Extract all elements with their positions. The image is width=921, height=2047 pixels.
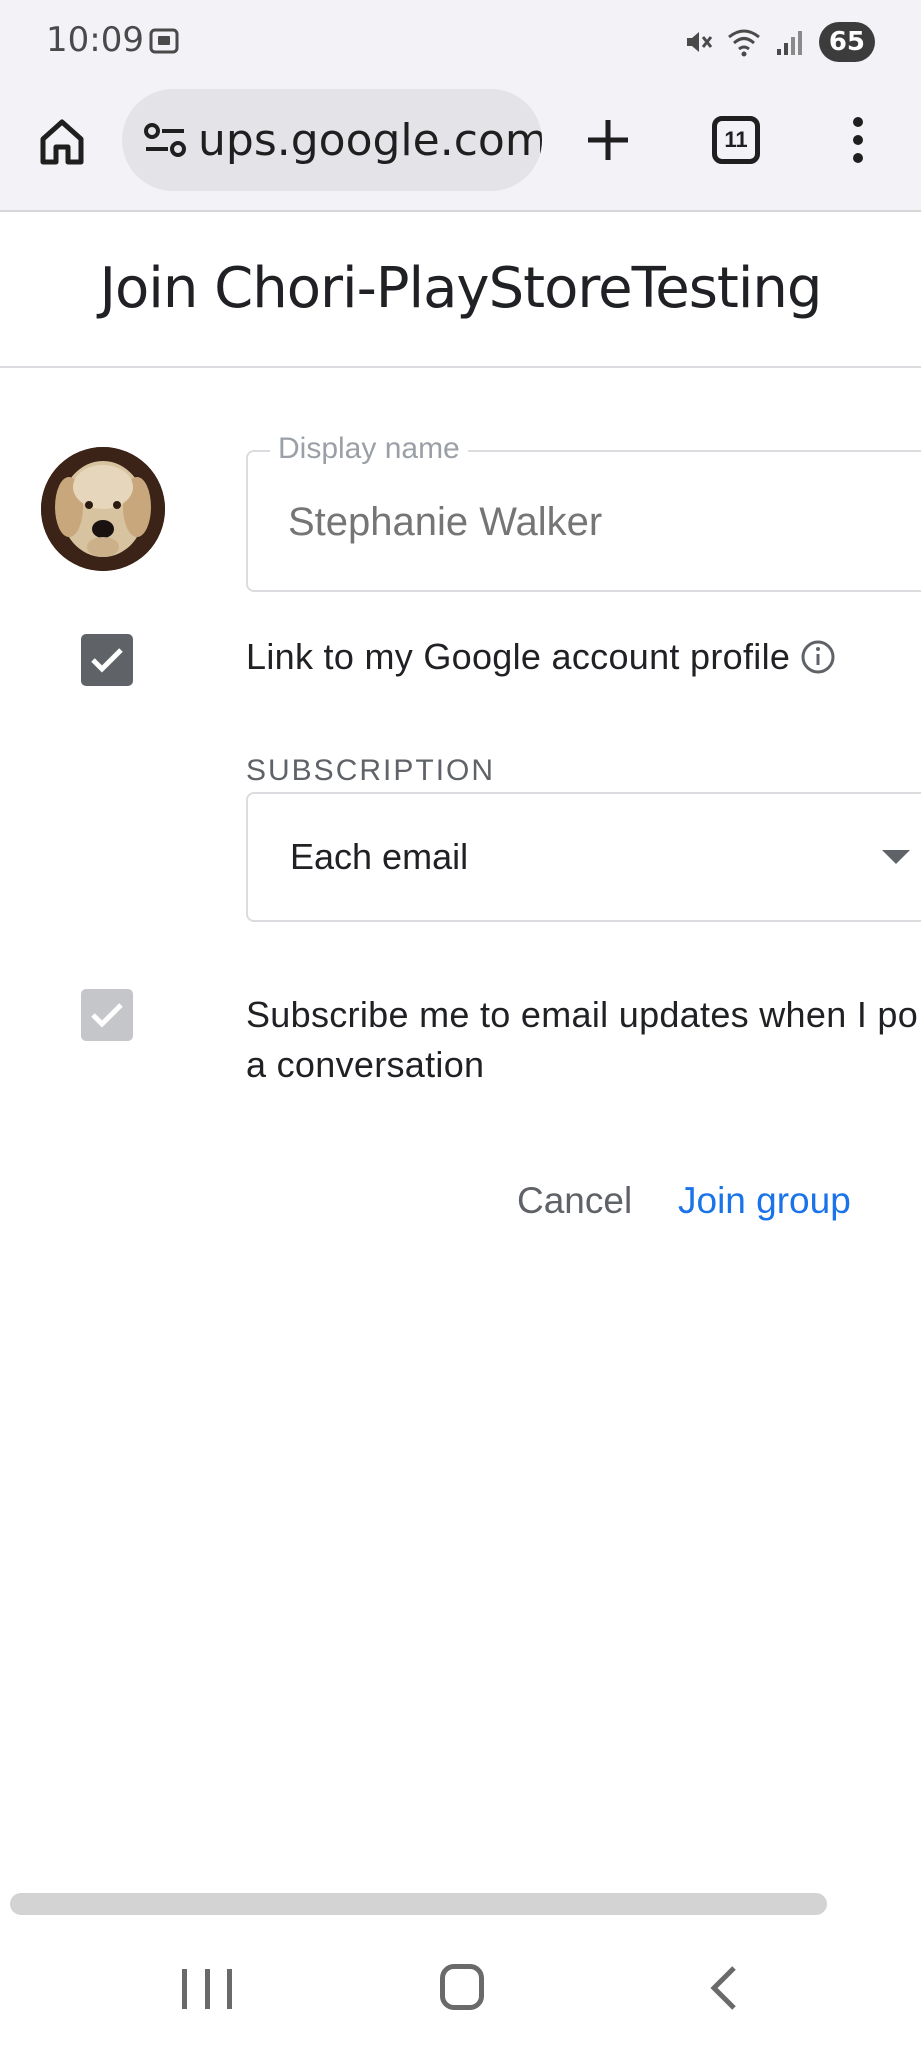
battery-indicator: 65 <box>818 22 875 62</box>
signal-icon <box>776 31 802 55</box>
link-profile-checkbox[interactable] <box>81 634 133 686</box>
status-bar: 10:09 65 <box>0 0 921 84</box>
site-settings-icon[interactable] <box>142 120 188 160</box>
home-nav-icon[interactable] <box>440 1964 484 2010</box>
status-time: 10:09 <box>46 20 144 60</box>
subscribe-updates-checkbox[interactable] <box>81 989 133 1041</box>
tab-switcher-button[interactable]: 11 <box>712 116 760 164</box>
home-icon <box>40 119 84 165</box>
mute-icon <box>686 32 712 52</box>
url-text: ups.google.com <box>198 114 542 166</box>
display-name-label: Display name <box>270 432 468 466</box>
info-icon[interactable] <box>800 639 836 675</box>
page-title: Join Chori-PlayStoreTesting <box>99 256 823 321</box>
more-options-icon[interactable] <box>838 110 878 170</box>
screenshot-notification-icon <box>149 28 179 54</box>
address-bar[interactable]: ups.google.com <box>122 89 542 191</box>
subscription-heading: SUBSCRIPTION <box>246 754 496 787</box>
new-tab-button[interactable] <box>578 110 638 170</box>
status-icons: 65 <box>683 20 875 64</box>
horizontal-scrollbar[interactable] <box>10 1893 827 1915</box>
subscription-value: Each email <box>290 836 469 877</box>
system-navigation-bar <box>0 1930 921 2047</box>
subscribe-updates-line-2: a conversation <box>246 1044 485 1085</box>
link-profile-label: Link to my Google account profile <box>246 636 791 677</box>
page-header: Join Chori-PlayStoreTesting <box>0 212 921 368</box>
join-group-button[interactable]: Join group <box>678 1180 851 1222</box>
browser-toolbar: ups.google.com 11 <box>0 84 921 212</box>
dropdown-arrow-icon <box>882 850 910 864</box>
link-profile-row: Link to my Google account profile <box>246 636 836 678</box>
avatar <box>41 447 165 571</box>
dog-avatar-image <box>41 447 165 571</box>
plus-icon <box>588 120 628 160</box>
display-name-field: Display name <box>246 432 921 592</box>
checkmark-icon <box>91 648 123 673</box>
subscribe-updates-line-1: Subscribe me to email updates when I po <box>246 994 919 1035</box>
back-icon[interactable] <box>700 1962 750 2014</box>
wifi-icon <box>727 29 760 57</box>
home-button[interactable] <box>34 110 90 174</box>
cancel-button[interactable]: Cancel <box>517 1180 632 1222</box>
recents-icon[interactable] <box>182 1965 232 2013</box>
checkmark-icon <box>91 1003 123 1028</box>
subscribe-updates-label: Subscribe me to email updates when I po … <box>246 990 921 1090</box>
subscription-select[interactable]: Each email <box>246 792 921 922</box>
display-name-input[interactable] <box>288 500 888 545</box>
